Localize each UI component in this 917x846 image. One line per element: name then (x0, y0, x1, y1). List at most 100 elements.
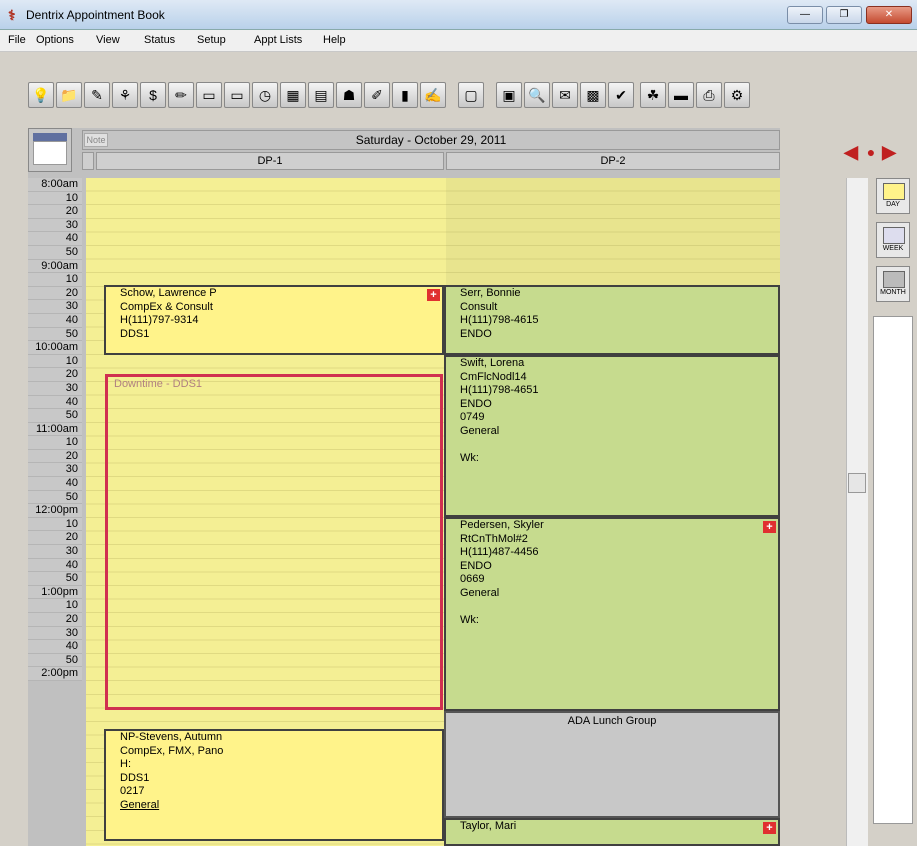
appointment-pedersen[interactable]: Pedersen, Skyler RtCnThMol#2 H(111)487-4… (444, 517, 780, 711)
window-title: Dentrix Appointment Book (26, 8, 165, 22)
today-icon[interactable]: ● (862, 140, 880, 164)
appt-line: ENDO (460, 559, 492, 572)
time-slot-label: 30 (28, 545, 82, 559)
family-icon[interactable]: ☘ (640, 82, 666, 108)
appt-line: Schow, Lawrence P (120, 287, 217, 299)
appointment-stevens[interactable]: NP-Stevens, Autumn CompEx, FMX, Pano H: … (104, 729, 444, 841)
appt-line: H(111)798-4615 (460, 314, 539, 327)
app-icon: ⚕ (8, 7, 16, 23)
monitor-icon[interactable]: ▬ (668, 82, 694, 108)
appt-line: General (120, 798, 160, 811)
title-bar: ⚕ Dentrix Appointment Book — ❐ ✕ (0, 0, 917, 30)
note-icon[interactable]: ▭ (224, 82, 250, 108)
vertical-scrollbar[interactable] (846, 178, 868, 846)
search-icon[interactable]: 🔍 (524, 82, 550, 108)
write-icon[interactable]: ✍ (420, 82, 446, 108)
patient-icon[interactable]: ☗ (336, 82, 362, 108)
appt-line: General (460, 424, 500, 437)
chart-view-icon[interactable]: ▩ (580, 82, 606, 108)
appointment-swift[interactable]: Swift, Lorena CmFlcNodl14 H(111)798-4651… (444, 355, 780, 517)
appointment-icon[interactable]: ▭ (196, 82, 222, 108)
time-slot-label: 30 (28, 219, 82, 233)
appt-line: General (460, 586, 500, 599)
appointment-taylor[interactable]: Taylor, Mari + (444, 818, 780, 846)
appt-line: 0217 (120, 785, 145, 798)
time-slot-label: 40 (28, 559, 82, 573)
column-header-dp2: DP-2 (446, 152, 780, 170)
appt-line: H: (120, 758, 131, 771)
minimize-button[interactable]: — (787, 6, 823, 24)
time-slot-label: 30 (28, 627, 82, 641)
time-slot-label: 30 (28, 463, 82, 478)
menu-help[interactable]: Help (323, 34, 346, 46)
menu-view[interactable]: View (96, 34, 120, 46)
lightbulb-icon[interactable]: 💡 (28, 82, 54, 108)
close-button[interactable]: ✕ (866, 6, 912, 24)
blank-icon[interactable]: ▢ (458, 82, 484, 108)
maximize-button[interactable]: ❐ (826, 6, 862, 24)
day-view-button[interactable]: DAY (876, 178, 910, 214)
ledger-icon[interactable]: $ (140, 82, 166, 108)
next-day-arrow-icon[interactable]: ▶ (880, 140, 898, 164)
menu-appt-lists[interactable]: Appt Lists (254, 34, 302, 46)
scrollbar-thumb[interactable] (848, 473, 866, 493)
menu-options[interactable]: Options (36, 34, 74, 46)
menu-status[interactable]: Status (144, 34, 175, 46)
month-view-button[interactable]: MONTH (876, 266, 910, 302)
book-icon[interactable]: ▮ (392, 82, 418, 108)
lunch-block[interactable]: ADA Lunch Group (444, 711, 780, 818)
appointment-schow[interactable]: Schow, Lawrence P CompEx & Consult H(111… (104, 285, 444, 355)
time-slot-label: 11:00am (28, 423, 82, 437)
image-icon[interactable]: ▦ (280, 82, 306, 108)
appt-line: H(111)798-4651 (460, 384, 539, 397)
medical-alert-icon[interactable]: + (763, 822, 776, 834)
medical-alert-icon[interactable]: + (427, 289, 440, 301)
appt-line: NP-Stevens, Autumn (120, 731, 223, 743)
medical-alert-icon[interactable]: + (763, 521, 776, 533)
settings-icon[interactable]: ⚙ (724, 82, 750, 108)
downtime-block[interactable]: Downtime - DDS1 (105, 374, 443, 710)
tooth-icon[interactable]: ⚘ (112, 82, 138, 108)
appt-line: Wk: (460, 452, 479, 465)
appt-line: Consult (460, 300, 498, 313)
menu-setup[interactable]: Setup (197, 34, 226, 46)
time-slot-label: 50 (28, 654, 82, 668)
time-slot-label: 20 (28, 531, 82, 546)
time-column-left: 8:00am 10 20 30 40 50 9:00am 10 20 30 40 50 10:00am 1… (28, 178, 82, 681)
menu-bar: File Options View Status Setup Appt List… (0, 30, 917, 52)
appt-line: Taylor, Mari (460, 820, 517, 832)
appointment-serr[interactable]: Serr, Bonnie Consult H(111)798-4615 ENDO (444, 285, 780, 355)
time-slot-label: 10:00am (28, 341, 82, 355)
schedule-icon[interactable]: ▤ (308, 82, 334, 108)
appt-line: ENDO (460, 397, 492, 410)
week-label: WEEK (882, 245, 904, 252)
time-slot-label: 40 (28, 477, 82, 491)
time-slot-label: 10 (28, 599, 82, 613)
checkmark-icon[interactable]: ✔ (608, 82, 634, 108)
appt-line: H(111)487-4456 (460, 546, 539, 559)
prev-day-arrow-icon[interactable]: ◀ (842, 140, 860, 164)
appt-line: CompEx, FMX, Pano (120, 744, 224, 757)
appt-line: 0669 (460, 573, 485, 586)
printer-icon[interactable]: ⎙ (696, 82, 722, 108)
clock-icon[interactable]: ◷ (252, 82, 278, 108)
week-view-button[interactable]: WEEK (876, 222, 910, 258)
message-icon[interactable]: ✉ (552, 82, 578, 108)
note-button[interactable]: Note (84, 133, 108, 147)
folder-icon[interactable]: 📁 (56, 82, 82, 108)
time-slot-label: 40 (28, 640, 82, 654)
time-slot-label: 40 (28, 232, 82, 246)
time-slot-label: 12:00pm (28, 504, 82, 518)
time-slot-label: 50 (28, 328, 82, 342)
appt-line (460, 439, 778, 453)
calendar-icon[interactable] (28, 128, 72, 172)
appt-line: H(111)797-9314 (120, 314, 199, 327)
menu-file[interactable]: File (8, 34, 26, 46)
appt-line: Wk: (460, 614, 479, 627)
chart-icon[interactable]: ✎ (84, 82, 110, 108)
find-appt-icon[interactable]: ▣ (496, 82, 522, 108)
pencil-icon[interactable]: ✏ (168, 82, 194, 108)
appt-line: RtCnThMol#2 (460, 532, 528, 545)
pinboard-list[interactable] (873, 316, 913, 824)
edit-icon[interactable]: ✐ (364, 82, 390, 108)
